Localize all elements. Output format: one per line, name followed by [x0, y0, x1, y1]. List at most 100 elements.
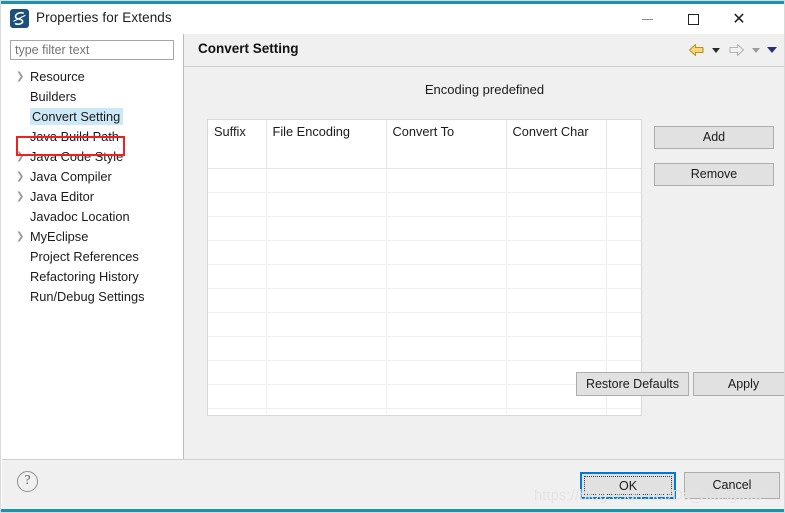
- table-cell[interactable]: [208, 168, 267, 193]
- cancel-button[interactable]: Cancel: [684, 472, 780, 499]
- sidebar-item-java-editor[interactable]: ❯ Java Editor: [2, 187, 183, 207]
- table-row[interactable]: [208, 192, 641, 217]
- table-cell[interactable]: [606, 216, 641, 241]
- sidebar-item-project-references[interactable]: Project References: [2, 247, 183, 267]
- table-cell[interactable]: [506, 192, 607, 217]
- table-cell[interactable]: [606, 192, 641, 217]
- sidebar-item-myeclipse[interactable]: ❯ MyEclipse: [2, 227, 183, 247]
- table-cell[interactable]: [386, 192, 507, 217]
- column-header-convert-to[interactable]: Convert To: [386, 120, 507, 169]
- chevron-right-icon[interactable]: ❯: [16, 167, 26, 187]
- table-cell[interactable]: [506, 312, 607, 337]
- table-row[interactable]: [208, 168, 641, 193]
- table-cell[interactable]: [386, 240, 507, 265]
- table-cell[interactable]: [266, 168, 387, 193]
- table-cell[interactable]: [606, 312, 641, 337]
- table-cell[interactable]: [506, 216, 607, 241]
- column-header-spacer[interactable]: [606, 120, 641, 169]
- table-cell[interactable]: [506, 264, 607, 289]
- table-cell[interactable]: [386, 312, 507, 337]
- table-cell[interactable]: [506, 336, 607, 361]
- add-button[interactable]: Add: [654, 126, 774, 149]
- apply-button[interactable]: Apply: [693, 372, 784, 396]
- sidebar-item-java-compiler[interactable]: ❯ Java Compiler: [2, 167, 183, 187]
- table-cell[interactable]: [266, 192, 387, 217]
- table-row[interactable]: [208, 288, 641, 313]
- sidebar-item-label: Java Editor: [30, 189, 95, 204]
- table-cell[interactable]: [386, 288, 507, 313]
- page-header: Convert Setting: [184, 34, 784, 67]
- table-cell[interactable]: [386, 216, 507, 241]
- sidebar-item-refactoring-history[interactable]: Refactoring History: [2, 267, 183, 287]
- table-cell[interactable]: [266, 288, 387, 313]
- table-row[interactable]: [208, 264, 641, 289]
- table-cell[interactable]: [266, 240, 387, 265]
- table-cell[interactable]: [506, 240, 607, 265]
- table-cell[interactable]: [506, 168, 607, 193]
- table-cell[interactable]: [208, 216, 267, 241]
- sidebar-item-resource[interactable]: ❯ Resource: [2, 67, 183, 87]
- table-cell[interactable]: [208, 312, 267, 337]
- chevron-right-icon[interactable]: ❯: [16, 67, 26, 87]
- back-arrow-icon[interactable]: [685, 40, 707, 60]
- sidebar-item-builders[interactable]: Builders: [2, 87, 183, 107]
- table-cell[interactable]: [266, 384, 387, 409]
- table-cell[interactable]: [386, 168, 507, 193]
- table-cell[interactable]: [506, 288, 607, 313]
- table-row[interactable]: [208, 312, 641, 337]
- table-cell[interactable]: [606, 336, 641, 361]
- sidebar-item-label: Java Build Path: [30, 129, 119, 144]
- sidebar-item-convert-setting[interactable]: Convert Setting: [2, 107, 183, 127]
- column-header-file-encoding[interactable]: File Encoding: [266, 120, 387, 169]
- table-row[interactable]: [208, 408, 641, 415]
- table-cell[interactable]: [506, 408, 607, 415]
- table-cell[interactable]: [208, 408, 267, 415]
- close-button[interactable]: ✕: [716, 4, 762, 34]
- table-cell[interactable]: [386, 336, 507, 361]
- table-row[interactable]: [208, 216, 641, 241]
- back-dropdown-chevron-down-icon[interactable]: [709, 40, 723, 60]
- ok-button[interactable]: OK: [580, 472, 676, 499]
- table-cell[interactable]: [266, 264, 387, 289]
- filter-input[interactable]: [10, 40, 174, 60]
- minimize-button[interactable]: [624, 4, 670, 34]
- sidebar-item-java-code-style[interactable]: ❯ Java Code Style: [2, 147, 183, 167]
- table-cell[interactable]: [386, 360, 507, 385]
- table-cell[interactable]: [266, 312, 387, 337]
- table-cell[interactable]: [208, 384, 267, 409]
- view-menu-chevron-down-icon[interactable]: [765, 40, 779, 60]
- table-cell[interactable]: [386, 408, 507, 415]
- column-header-convert-char[interactable]: Convert Char: [506, 120, 607, 169]
- table-cell[interactable]: [606, 168, 641, 193]
- question-mark-icon[interactable]: ?: [17, 471, 38, 492]
- maximize-button[interactable]: [670, 4, 716, 34]
- chevron-right-icon[interactable]: ❯: [16, 187, 26, 207]
- restore-defaults-button[interactable]: Restore Defaults: [576, 372, 689, 396]
- table-cell[interactable]: [208, 336, 267, 361]
- table-cell[interactable]: [606, 408, 641, 415]
- sidebar-item-java-build-path[interactable]: Java Build Path: [2, 127, 183, 147]
- table-cell[interactable]: [266, 216, 387, 241]
- table-row[interactable]: [208, 240, 641, 265]
- table-cell[interactable]: [606, 264, 641, 289]
- table-cell[interactable]: [386, 384, 507, 409]
- table-cell[interactable]: [208, 240, 267, 265]
- maximize-icon: [687, 13, 699, 25]
- column-header-suffix[interactable]: Suffix: [208, 120, 267, 169]
- table-cell[interactable]: [208, 192, 267, 217]
- table-cell[interactable]: [266, 336, 387, 361]
- sidebar-item-javadoc-location[interactable]: Javadoc Location: [2, 207, 183, 227]
- table-cell[interactable]: [266, 360, 387, 385]
- table-cell[interactable]: [606, 240, 641, 265]
- table-cell[interactable]: [208, 264, 267, 289]
- sidebar-item-run-debug-settings[interactable]: Run/Debug Settings: [2, 287, 183, 307]
- remove-button[interactable]: Remove: [654, 163, 774, 186]
- table-cell[interactable]: [266, 408, 387, 415]
- table-cell[interactable]: [386, 264, 507, 289]
- chevron-right-icon[interactable]: ❯: [16, 147, 26, 167]
- table-row[interactable]: [208, 336, 641, 361]
- chevron-right-icon[interactable]: ❯: [16, 227, 26, 247]
- table-cell[interactable]: [208, 288, 267, 313]
- table-cell[interactable]: [208, 360, 267, 385]
- table-cell[interactable]: [606, 288, 641, 313]
